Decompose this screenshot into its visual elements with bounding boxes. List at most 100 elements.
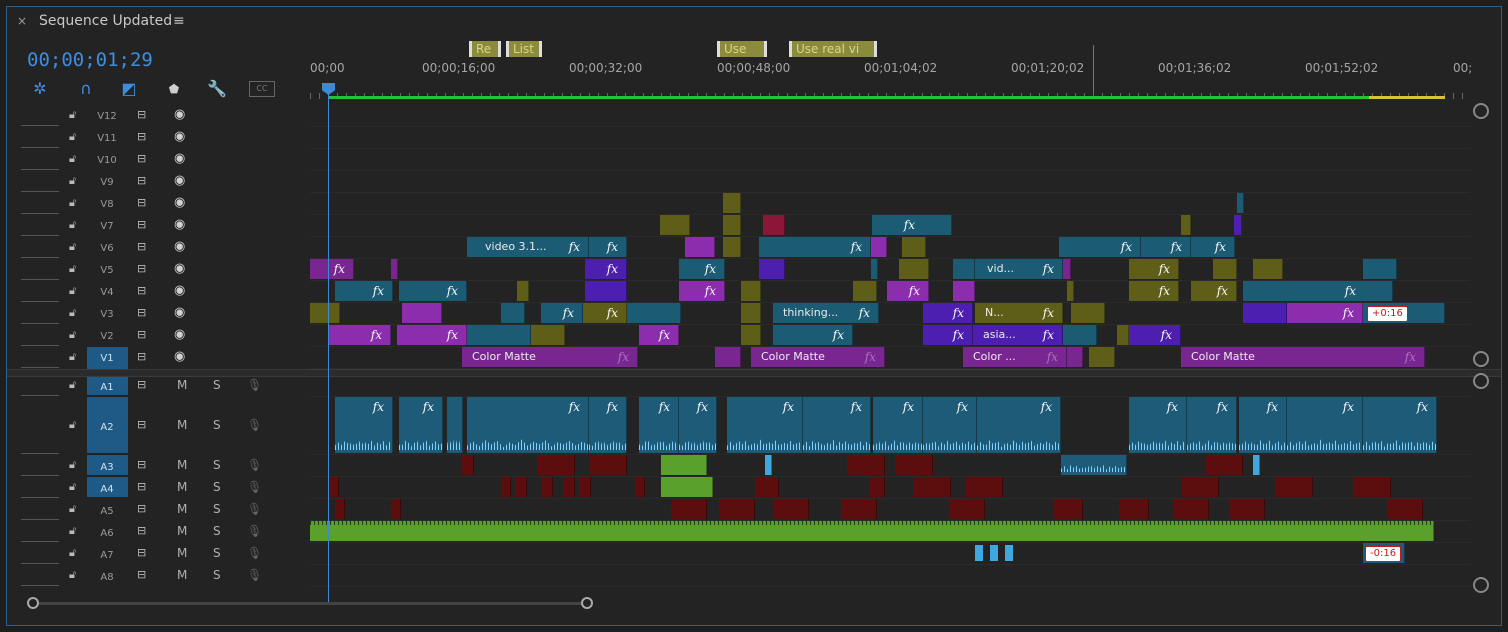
solo-track-button[interactable]: S <box>213 480 221 494</box>
track-name[interactable]: A3 <box>95 462 119 473</box>
solo-track-button[interactable]: S <box>213 418 221 432</box>
video-vscroll-top-handle[interactable] <box>1473 103 1489 119</box>
snap-magnet-icon[interactable]: ∩ <box>75 79 97 99</box>
eye-visibility-icon[interactable]: ◉ <box>174 173 185 188</box>
sync-lock-icon[interactable]: ⊟ <box>137 480 146 493</box>
audio-clip[interactable]: fx <box>923 397 977 453</box>
audio-clip[interactable] <box>755 477 779 497</box>
audio-clip[interactable]: fx <box>589 397 627 453</box>
audio-clip[interactable] <box>563 477 575 497</box>
video-track-lane[interactable] <box>310 127 1470 149</box>
video-clip[interactable] <box>660 215 690 235</box>
eye-visibility-icon[interactable]: ◉ <box>174 129 185 144</box>
video-clip[interactable]: fx <box>1059 237 1141 257</box>
video-clip[interactable] <box>1213 259 1237 279</box>
audio-clip[interactable] <box>579 477 591 497</box>
video-clip[interactable]: fx <box>1129 259 1179 279</box>
track-name[interactable]: V8 <box>95 199 119 210</box>
sync-lock-icon[interactable]: ⊟ <box>137 108 146 121</box>
lock-icon[interactable]: 🔓︎ <box>69 458 76 472</box>
video-clip[interactable]: fx <box>1129 281 1179 301</box>
video-clip[interactable]: fx <box>589 237 627 257</box>
video-clip[interactable]: fx <box>585 259 627 279</box>
track-name[interactable]: V12 <box>95 111 119 122</box>
audio-clip[interactable] <box>895 455 933 475</box>
track-name[interactable]: V11 <box>95 133 119 144</box>
video-clip[interactable] <box>741 325 761 345</box>
video-clip[interactable] <box>1234 215 1242 235</box>
audio-clip[interactable] <box>719 499 755 519</box>
audio-clip[interactable] <box>537 455 575 475</box>
video-clip[interactable] <box>531 325 565 345</box>
marker[interactable]: List <box>506 41 542 57</box>
audio-clip[interactable]: fx <box>679 397 717 453</box>
video-clip[interactable]: video 3.1... fx <box>467 237 589 257</box>
track-name[interactable]: A7 <box>95 550 119 561</box>
mute-track-button[interactable]: M <box>177 378 187 392</box>
audio-clip[interactable] <box>462 455 474 475</box>
video-clip[interactable]: fx <box>639 325 679 345</box>
audio-clip[interactable] <box>1005 545 1013 561</box>
video-clip[interactable]: N... fx <box>975 303 1063 323</box>
linked-selection-icon[interactable]: ◩ <box>118 79 140 99</box>
solo-track-button[interactable]: S <box>213 378 221 392</box>
sync-lock-icon[interactable]: ⊟ <box>137 130 146 143</box>
audio-vscroll-bottom-handle[interactable] <box>1473 577 1489 593</box>
video-clip[interactable] <box>853 281 877 301</box>
lock-icon[interactable]: 🔓︎ <box>69 284 76 298</box>
audio-clip[interactable] <box>1173 499 1209 519</box>
lock-icon[interactable]: 🔓︎ <box>69 378 76 392</box>
sync-lock-icon[interactable]: ⊟ <box>137 152 146 165</box>
sync-lock-icon[interactable]: ⊟ <box>137 174 146 187</box>
horizontal-zoom-scrollbar[interactable] <box>27 597 1477 609</box>
lock-icon[interactable]: 🔓︎ <box>69 240 76 254</box>
video-clip[interactable]: fx <box>397 325 467 345</box>
nest-icon[interactable]: ✲ <box>29 79 51 99</box>
lock-icon[interactable]: 🔓︎ <box>69 418 76 432</box>
wrench-settings-icon[interactable]: 🔧 <box>206 79 228 99</box>
audio-clip[interactable] <box>1061 455 1127 475</box>
lock-icon[interactable]: 🔓︎ <box>69 152 76 166</box>
add-marker-icon[interactable]: ⬟ <box>163 79 185 99</box>
microphone-icon[interactable]: 🎙︎ <box>247 524 262 538</box>
eye-visibility-icon[interactable]: ◉ <box>174 283 185 298</box>
video-clip[interactable]: fx <box>1191 237 1235 257</box>
audio-clip[interactable] <box>335 499 345 519</box>
video-vscroll-bottom-handle[interactable] <box>1473 351 1489 367</box>
video-clip[interactable] <box>1063 325 1097 345</box>
scrollbar-left-handle[interactable] <box>27 597 39 609</box>
closed-captions-icon[interactable]: CC <box>249 81 275 97</box>
video-clip[interactable]: fx <box>310 259 354 279</box>
video-clip[interactable] <box>871 237 887 257</box>
sync-lock-icon[interactable]: ⊟ <box>137 218 146 231</box>
lock-icon[interactable]: 🔓︎ <box>69 480 76 494</box>
microphone-icon[interactable]: 🎙︎ <box>247 502 262 516</box>
close-tab-icon[interactable]: × <box>17 14 27 28</box>
audio-clip[interactable] <box>913 477 951 497</box>
lock-icon[interactable]: 🔓︎ <box>69 546 76 560</box>
audio-clip[interactable] <box>1229 499 1265 519</box>
video-clip[interactable]: fx <box>923 303 973 323</box>
track-name[interactable]: A4 <box>95 484 119 495</box>
eye-visibility-icon[interactable]: ◉ <box>174 107 185 122</box>
video-clip[interactable] <box>467 325 531 345</box>
audio-clip[interactable] <box>661 455 707 475</box>
video-clip[interactable]: fx <box>887 281 929 301</box>
video-clip[interactable]: fx <box>773 325 853 345</box>
audio-clip[interactable] <box>1253 455 1260 475</box>
sync-lock-icon[interactable]: ⊟ <box>137 350 146 363</box>
video-clip[interactable] <box>1067 347 1083 367</box>
video-clip[interactable]: fx <box>923 325 973 345</box>
video-clip[interactable]: fx <box>679 281 725 301</box>
lock-icon[interactable]: 🔓︎ <box>69 568 76 582</box>
video-clip[interactable]: fx <box>1191 281 1237 301</box>
track-name[interactable]: V6 <box>95 243 119 254</box>
mute-track-button[interactable]: M <box>177 524 187 538</box>
video-clip[interactable] <box>1363 259 1397 279</box>
video-clip[interactable] <box>759 259 785 279</box>
audio-clip[interactable]: fx <box>803 397 871 453</box>
audio-clip[interactable]: fx <box>639 397 679 453</box>
audio-clip[interactable] <box>391 499 401 519</box>
sync-lock-icon[interactable]: ⊟ <box>137 418 146 431</box>
video-clip[interactable] <box>402 303 442 323</box>
